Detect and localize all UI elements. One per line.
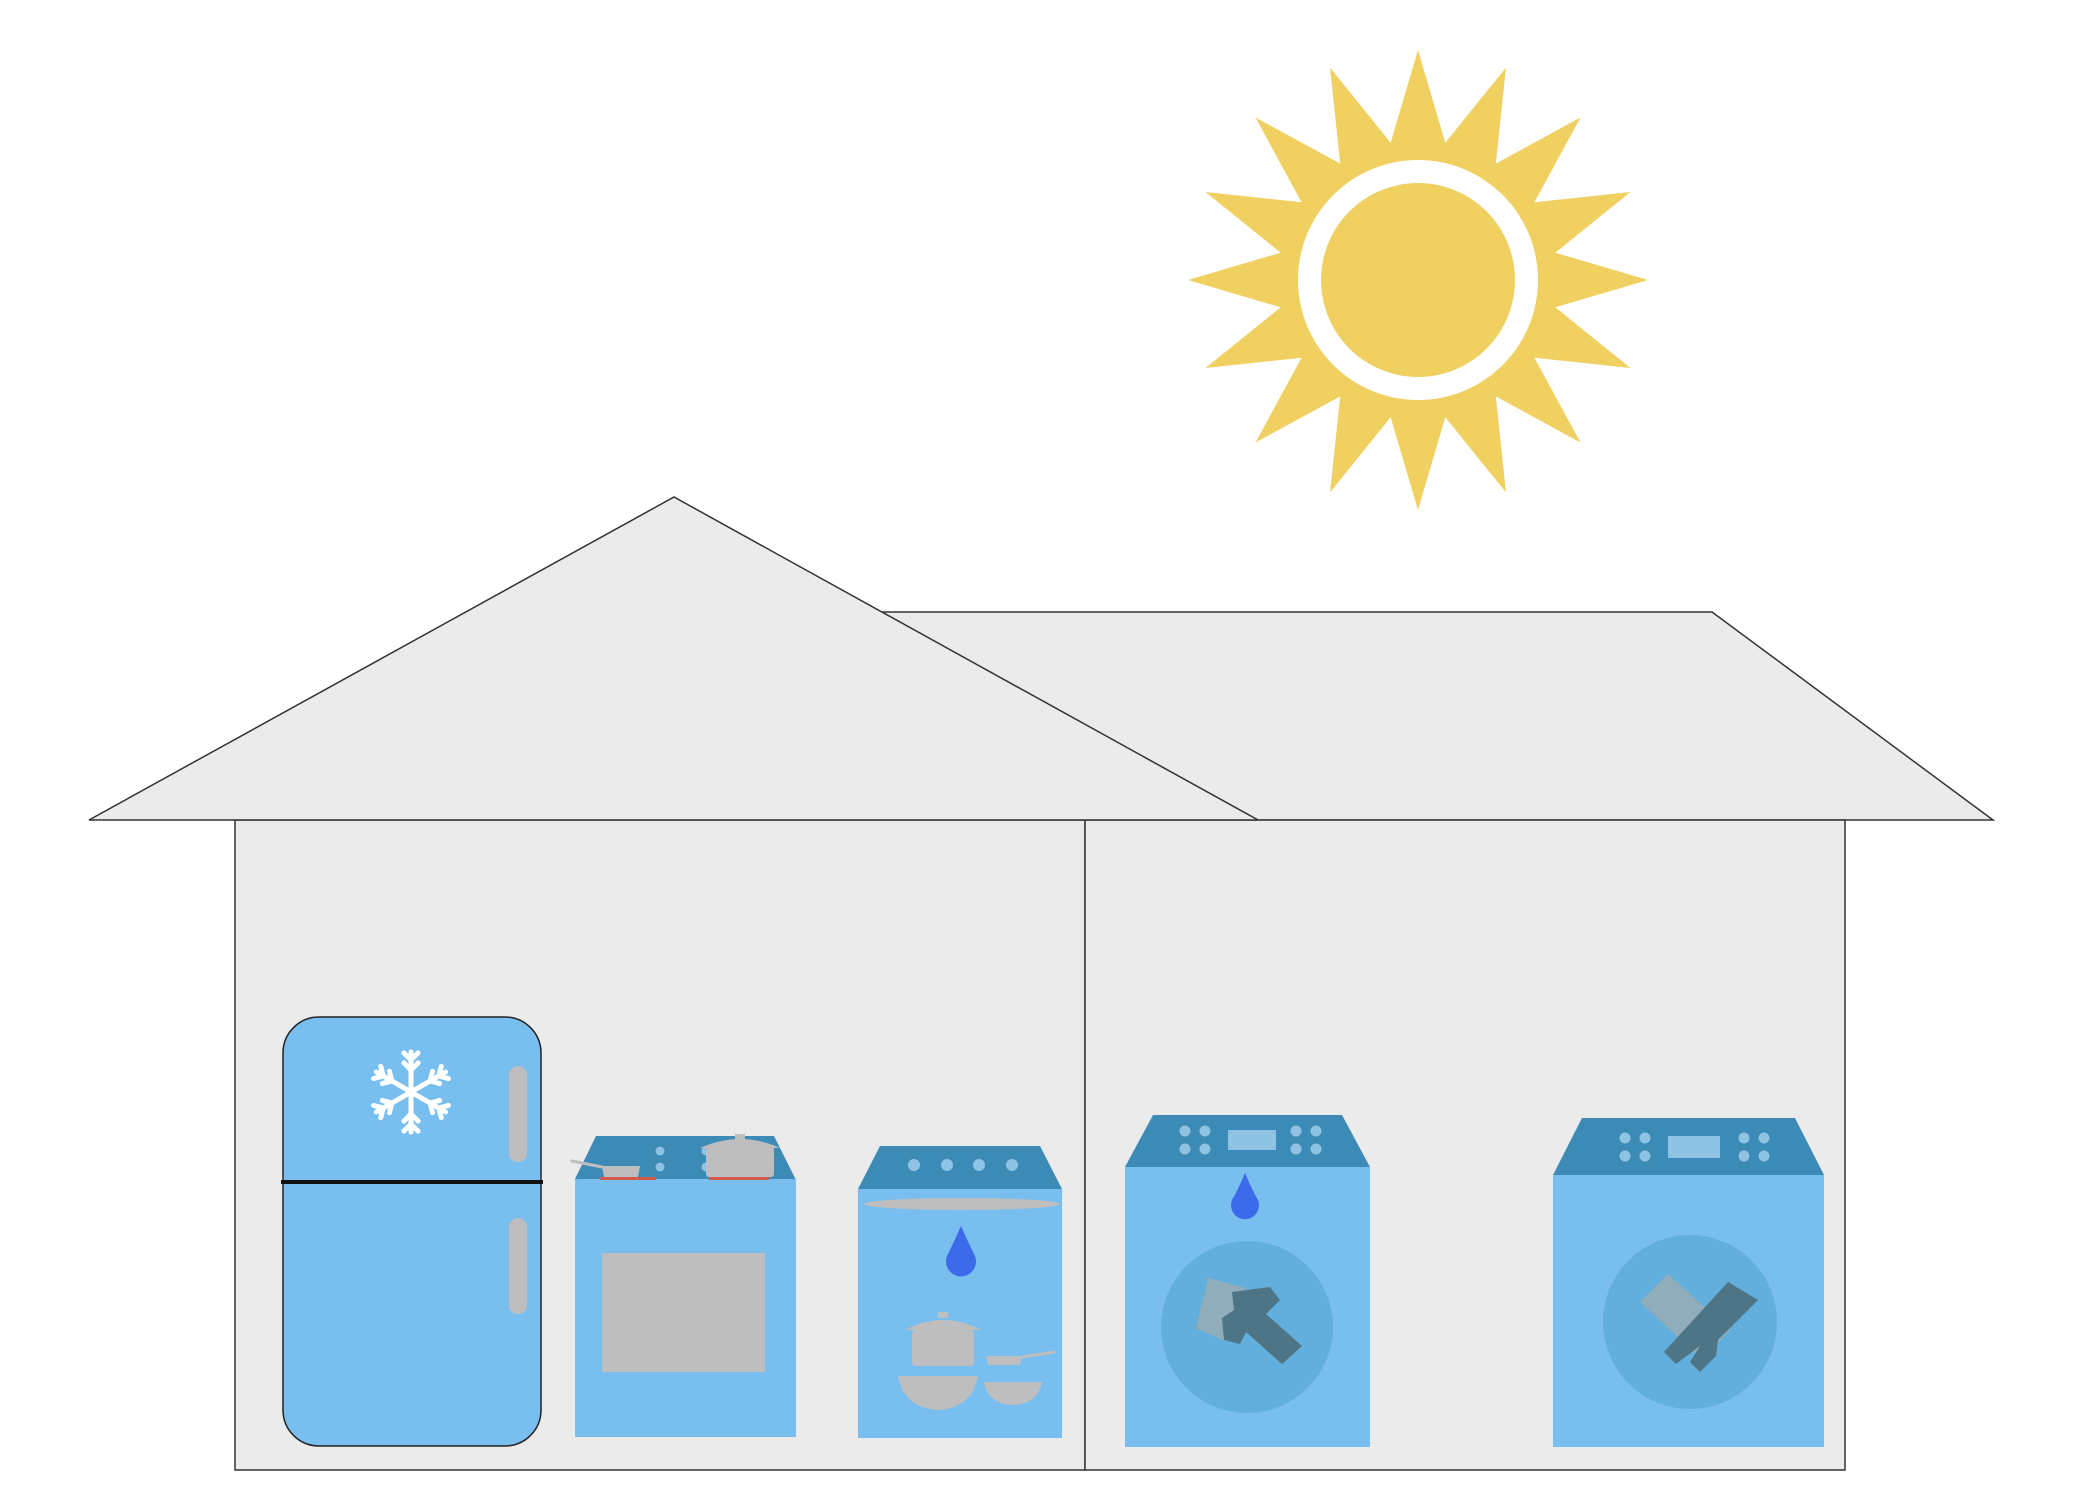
stove-oven xyxy=(570,1134,796,1437)
dishwasher-knob xyxy=(941,1159,953,1171)
washer-display xyxy=(1228,1130,1276,1150)
dryer-knob xyxy=(1738,1150,1750,1162)
dishwasher-rack xyxy=(864,1198,1060,1210)
fridge-lower-handle xyxy=(509,1218,527,1314)
dryer-knob xyxy=(1619,1132,1631,1144)
dishwasher xyxy=(858,1146,1062,1438)
fridge-upper-handle xyxy=(509,1066,527,1162)
washer-knob xyxy=(1179,1125,1191,1137)
dryer-knob xyxy=(1758,1132,1770,1144)
sun-core xyxy=(1321,183,1515,377)
washing-machine xyxy=(1125,1115,1370,1447)
washer-knob xyxy=(1310,1125,1322,1137)
washer-knob xyxy=(1199,1143,1211,1155)
dryer-knob xyxy=(1738,1132,1750,1144)
stove-knob xyxy=(655,1162,665,1172)
clothes-dryer xyxy=(1553,1118,1824,1447)
dryer-display xyxy=(1668,1136,1720,1158)
washer-knob xyxy=(1290,1125,1302,1137)
dryer-knob xyxy=(1639,1150,1651,1162)
dryer-knob xyxy=(1619,1150,1631,1162)
dishwasher-knob xyxy=(1006,1159,1018,1171)
dishwasher-knob xyxy=(973,1159,985,1171)
sun-icon xyxy=(1188,50,1648,510)
washer-knob xyxy=(1199,1125,1211,1137)
stove-knob xyxy=(655,1146,665,1156)
home-appliances-illustration xyxy=(88,50,1996,1471)
burner xyxy=(709,1177,769,1180)
dishwasher-top xyxy=(858,1146,1062,1189)
washer-knob xyxy=(1290,1143,1302,1155)
dryer-knob xyxy=(1639,1132,1651,1144)
oven-window xyxy=(602,1253,765,1372)
dishwasher-knob xyxy=(908,1159,920,1171)
washer-knob xyxy=(1179,1143,1191,1155)
burner xyxy=(600,1177,656,1180)
dryer-knob xyxy=(1758,1150,1770,1162)
washer-knob xyxy=(1310,1143,1322,1155)
refrigerator xyxy=(281,1016,543,1447)
